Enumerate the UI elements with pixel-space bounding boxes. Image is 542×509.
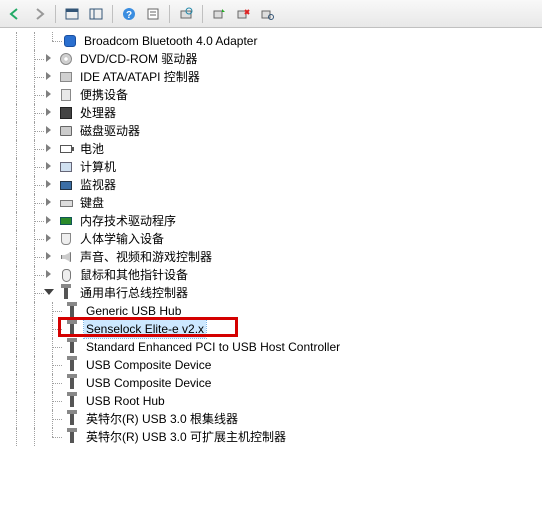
- tree-item-label: Standard Enhanced PCI to USB Host Contro…: [84, 338, 342, 356]
- tree-item-label: 内存技术驱动程序: [78, 212, 178, 230]
- tree-item[interactable]: 人体学输入设备: [8, 230, 542, 248]
- tree-item-label: 便携设备: [78, 86, 130, 104]
- snd-icon: [58, 249, 74, 265]
- tree-item[interactable]: USB Composite Device: [8, 374, 542, 392]
- ide-icon: [58, 69, 74, 85]
- kb-icon: [58, 195, 74, 211]
- tree-item[interactable]: IDE ATA/ATAPI 控制器: [8, 68, 542, 86]
- tree-item[interactable]: 通用串行总线控制器: [8, 284, 542, 302]
- tree-item-label: 通用串行总线控制器: [78, 284, 190, 302]
- tree-item[interactable]: DVD/CD-ROM 驱动器: [8, 50, 542, 68]
- tree-item[interactable]: 计算机: [8, 158, 542, 176]
- svg-text:?: ?: [126, 10, 132, 21]
- tree-item-label: 监视器: [78, 176, 118, 194]
- usb-device-icon: [64, 339, 80, 355]
- tree-item-label: 鼠标和其他指针设备: [78, 266, 190, 284]
- back-button[interactable]: [4, 3, 26, 25]
- expand-arrow-icon[interactable]: [44, 251, 56, 263]
- tree-item[interactable]: Generic USB Hub: [8, 302, 542, 320]
- tree-item[interactable]: USB Root Hub: [8, 392, 542, 410]
- usb-device-icon: [64, 411, 80, 427]
- tree-item[interactable]: 磁盘驱动器: [8, 122, 542, 140]
- tree-item-label: 英特尔(R) USB 3.0 可扩展主机控制器: [84, 428, 288, 446]
- bluetooth-icon: [62, 33, 78, 49]
- expand-arrow-icon[interactable]: [44, 53, 56, 65]
- expand-arrow-icon[interactable]: [44, 179, 56, 191]
- tree-item-label: 键盘: [78, 194, 106, 212]
- tree-item-label: Broadcom Bluetooth 4.0 Adapter: [82, 32, 259, 50]
- expand-arrow-icon[interactable]: [44, 89, 56, 101]
- tree-item-label: DVD/CD-ROM 驱动器: [78, 50, 199, 68]
- tree-item[interactable]: 英特尔(R) USB 3.0 可扩展主机控制器: [8, 428, 542, 446]
- forward-button[interactable]: [28, 3, 50, 25]
- tree-item-label: 电池: [78, 140, 106, 158]
- usb-device-icon: [64, 429, 80, 445]
- pc-icon: [58, 159, 74, 175]
- tree-item[interactable]: USB Composite Device: [8, 356, 542, 374]
- ms-icon: [58, 267, 74, 283]
- uninstall-button[interactable]: [232, 3, 254, 25]
- help-button[interactable]: ?: [118, 3, 140, 25]
- usb-device-icon: [64, 303, 80, 319]
- expand-arrow-icon[interactable]: [44, 161, 56, 173]
- usb-device-icon: [64, 375, 80, 391]
- view-button[interactable]: [256, 3, 278, 25]
- tree-item[interactable]: 处理器: [8, 104, 542, 122]
- tree-item[interactable]: 键盘: [8, 194, 542, 212]
- show-tree-button[interactable]: [85, 3, 107, 25]
- expand-arrow-icon[interactable]: [44, 233, 56, 245]
- expand-arrow-icon[interactable]: [44, 125, 56, 137]
- update-button[interactable]: [208, 3, 230, 25]
- collapse-arrow-icon[interactable]: [44, 287, 56, 299]
- tree-item-label: USB Composite Device: [84, 356, 213, 374]
- usb-device-icon: [64, 357, 80, 373]
- usb-device-icon: [64, 321, 80, 337]
- expand-arrow-icon[interactable]: [44, 215, 56, 227]
- usb-controller-icon: [58, 285, 74, 301]
- hid-icon: [58, 231, 74, 247]
- bat-icon: [58, 141, 74, 157]
- expand-arrow-icon[interactable]: [44, 107, 56, 119]
- tree-item-label: IDE ATA/ATAPI 控制器: [78, 68, 202, 86]
- mem-icon: [58, 213, 74, 229]
- dev-icon: [58, 87, 74, 103]
- tree-item-label: USB Root Hub: [84, 392, 167, 410]
- tree-item-label: USB Composite Device: [84, 374, 213, 392]
- properties-button[interactable]: [142, 3, 164, 25]
- tree-item-label: 磁盘驱动器: [78, 122, 142, 140]
- tree-item-label: 人体学输入设备: [78, 230, 166, 248]
- tree-item[interactable]: 内存技术驱动程序: [8, 212, 542, 230]
- tree-item-label: 处理器: [78, 104, 118, 122]
- tree-item[interactable]: 英特尔(R) USB 3.0 根集线器: [8, 410, 542, 428]
- expand-arrow-icon[interactable]: [44, 197, 56, 209]
- tree-item[interactable]: 便携设备: [8, 86, 542, 104]
- tree-item-label: 声音、视频和游戏控制器: [78, 248, 214, 266]
- tree-item-label: 计算机: [78, 158, 118, 176]
- tree-item[interactable]: 声音、视频和游戏控制器: [8, 248, 542, 266]
- expand-arrow-icon[interactable]: [44, 71, 56, 83]
- tree-item[interactable]: Standard Enhanced PCI to USB Host Contro…: [8, 338, 542, 356]
- cpu-icon: [58, 105, 74, 121]
- tree-item-label: Senselock Elite-e v2.x: [84, 320, 206, 338]
- tree-item-label: Generic USB Hub: [84, 302, 183, 320]
- tree-item[interactable]: Broadcom Bluetooth 4.0 Adapter: [8, 32, 542, 50]
- tree-item-label: 英特尔(R) USB 3.0 根集线器: [84, 410, 240, 428]
- tree-item[interactable]: 电池: [8, 140, 542, 158]
- mon-icon: [58, 177, 74, 193]
- expand-arrow-icon[interactable]: [44, 143, 56, 155]
- cd-icon: [58, 51, 74, 67]
- disk-icon: [58, 123, 74, 139]
- usb-device-icon: [64, 393, 80, 409]
- tree-item[interactable]: 鼠标和其他指针设备: [8, 266, 542, 284]
- expand-arrow-icon[interactable]: [44, 269, 56, 281]
- toolbar: ?: [0, 0, 542, 28]
- device-tree[interactable]: Broadcom Bluetooth 4.0 AdapterDVD/CD-ROM…: [0, 28, 542, 509]
- scan-button[interactable]: [175, 3, 197, 25]
- show-console-button[interactable]: [61, 3, 83, 25]
- tree-item[interactable]: Senselock Elite-e v2.x: [8, 320, 542, 338]
- tree-item[interactable]: 监视器: [8, 176, 542, 194]
